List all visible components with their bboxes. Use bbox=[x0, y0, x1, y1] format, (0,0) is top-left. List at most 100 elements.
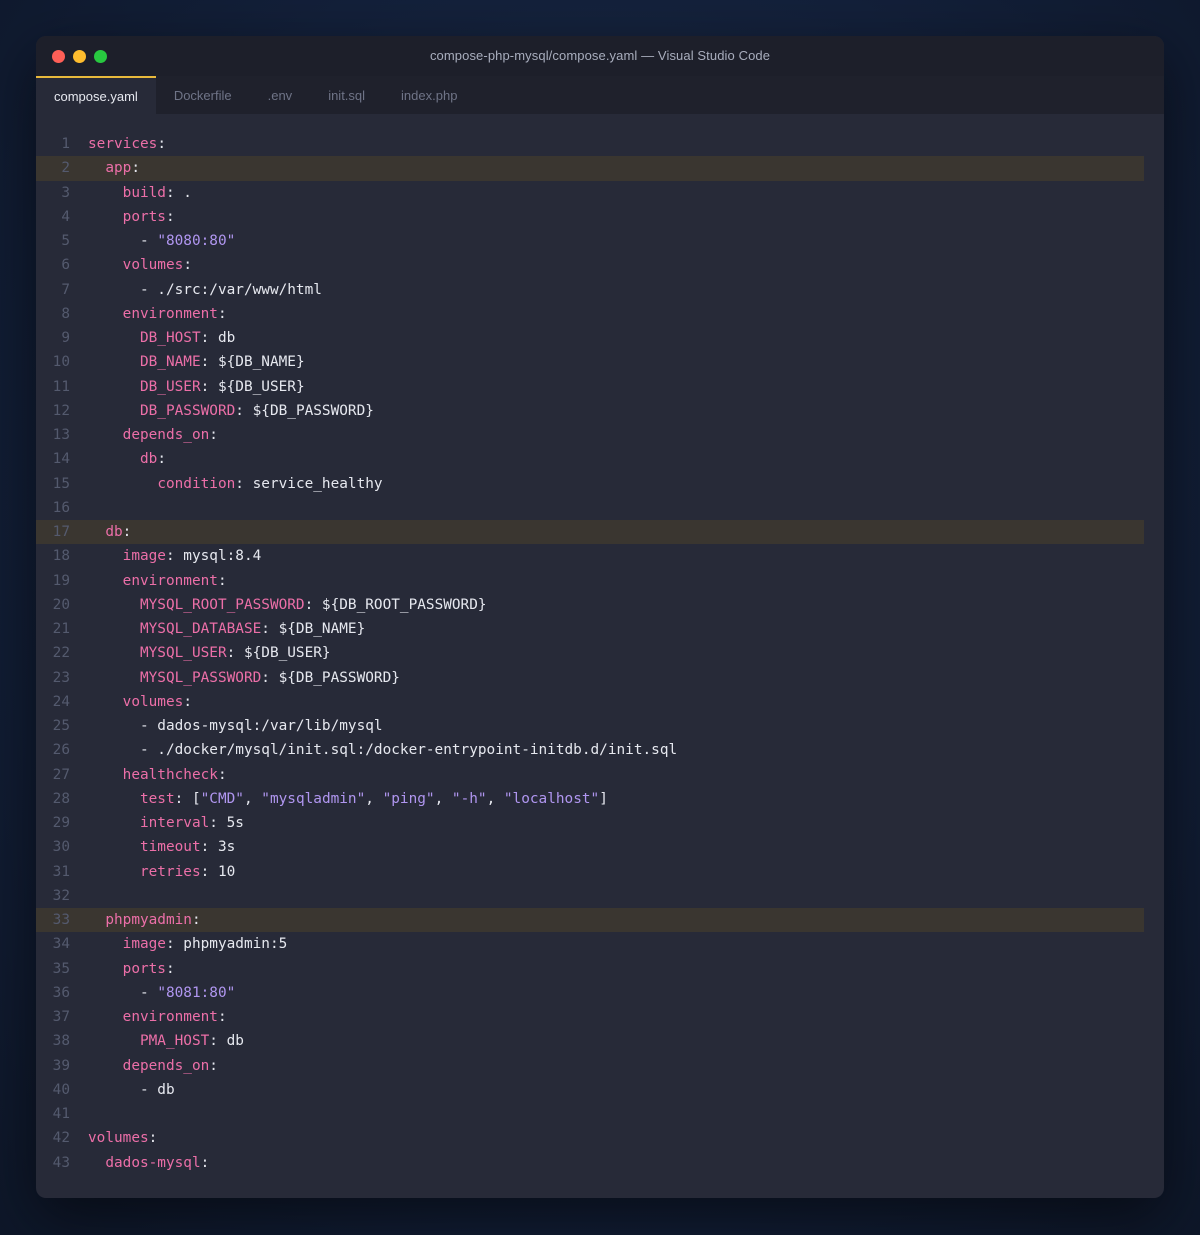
yaml-text bbox=[88, 403, 140, 419]
line-number: 40 bbox=[52, 1081, 70, 1098]
code-line[interactable]: 7 - ./src:/var/www/html bbox=[36, 278, 1144, 302]
yaml-text bbox=[88, 306, 123, 322]
line-code: phpmyadmin: bbox=[88, 908, 200, 932]
tab-compose-yaml[interactable]: compose.yaml bbox=[36, 76, 156, 114]
yaml-text: , bbox=[365, 790, 383, 807]
line-code: MYSQL_ROOT_PASSWORD: ${DB_ROOT_PASSWORD} bbox=[88, 593, 487, 617]
yaml-text bbox=[88, 645, 140, 661]
yaml-text bbox=[88, 791, 140, 807]
yaml-key: phpmyadmin bbox=[105, 912, 192, 928]
line-code: MYSQL_USER: ${DB_USER} bbox=[88, 641, 331, 665]
code-line[interactable]: 14 db: bbox=[36, 447, 1144, 471]
code-line[interactable]: 17 db: bbox=[36, 520, 1144, 545]
code-line[interactable]: 22 MYSQL_USER: ${DB_USER} bbox=[36, 641, 1144, 665]
yaml-text: : [ bbox=[174, 790, 201, 807]
yaml-text: , bbox=[243, 790, 262, 807]
yaml-text: : bbox=[209, 427, 218, 443]
code-line[interactable]: 18 image: mysql:8.4 bbox=[36, 544, 1144, 568]
code-line[interactable]: 38 PMA_HOST: db bbox=[36, 1029, 1144, 1053]
code-line[interactable]: 16 bbox=[36, 496, 1144, 520]
code-line[interactable]: 26 - ./docker/mysql/init.sql:/docker-ent… bbox=[36, 738, 1144, 762]
code-line[interactable]: 1 services: bbox=[36, 132, 1144, 156]
line-number: 7 bbox=[61, 281, 70, 298]
code-line[interactable]: 29 interval: 5s bbox=[36, 811, 1144, 835]
code-line[interactable]: 21 MYSQL_DATABASE: ${DB_NAME} bbox=[36, 617, 1144, 641]
code-line[interactable]: 25 - dados-mysql:/var/lib/mysql bbox=[36, 714, 1144, 738]
yaml-text bbox=[88, 451, 140, 467]
code-line[interactable]: 37 environment: bbox=[36, 1005, 1144, 1029]
yaml-key: test bbox=[139, 790, 175, 807]
yaml-text bbox=[88, 476, 157, 492]
line-code: DB_USER: ${DB_USER} bbox=[88, 375, 305, 399]
yaml-text: : 10 bbox=[200, 863, 236, 880]
yaml-key: volumes bbox=[122, 693, 184, 710]
tab-env[interactable]: .env bbox=[250, 76, 311, 114]
yaml-text: : bbox=[165, 960, 175, 977]
yaml-text bbox=[88, 427, 123, 443]
line-number: 43 bbox=[52, 1154, 70, 1171]
line-number: 28 bbox=[52, 790, 70, 807]
line-code: ports: bbox=[88, 205, 175, 229]
yaml-text: - ./docker/mysql/init.sql:/docker-entryp… bbox=[88, 742, 678, 759]
code-line[interactable]: 10 DB_NAME: ${DB_NAME} bbox=[36, 350, 1144, 374]
code-line[interactable]: 40 - db bbox=[36, 1078, 1144, 1102]
code-line[interactable]: 13 depends_on: bbox=[36, 423, 1144, 447]
code-line[interactable]: 4 ports: bbox=[36, 205, 1144, 229]
yaml-text bbox=[88, 597, 140, 613]
yaml-text bbox=[88, 864, 140, 880]
code-line[interactable]: 6 volumes: bbox=[36, 253, 1144, 277]
code-line[interactable]: 15 condition: service_healthy bbox=[36, 472, 1144, 496]
line-code: - ./docker/mysql/init.sql:/docker-entryp… bbox=[88, 738, 677, 762]
code-line[interactable]: 2 app: bbox=[36, 156, 1144, 181]
code-line[interactable]: 3 build: . bbox=[36, 181, 1144, 205]
code-line[interactable]: 43 dados-mysql: bbox=[36, 1151, 1144, 1175]
yaml-text bbox=[88, 185, 123, 201]
yaml-text: : bbox=[131, 160, 140, 177]
yaml-text bbox=[88, 160, 105, 176]
yaml-key: DB_NAME bbox=[139, 354, 201, 371]
code-line[interactable]: 12 DB_PASSWORD: ${DB_PASSWORD} bbox=[36, 399, 1144, 423]
line-number: 4 bbox=[61, 208, 70, 225]
line-number: 11 bbox=[52, 378, 70, 395]
yaml-text bbox=[88, 961, 123, 977]
code-line[interactable]: 5 - "8080:80" bbox=[36, 229, 1144, 253]
yaml-key: DB_PASSWORD bbox=[139, 402, 236, 419]
code-line[interactable]: 8 environment: bbox=[36, 302, 1144, 326]
line-number: 16 bbox=[52, 499, 70, 516]
tab-init-sql[interactable]: init.sql bbox=[310, 76, 383, 114]
code-line[interactable]: 27 healthcheck: bbox=[36, 763, 1144, 787]
code-line[interactable]: 23 MYSQL_PASSWORD: ${DB_PASSWORD} bbox=[36, 666, 1144, 690]
yaml-key: PMA_HOST bbox=[139, 1033, 210, 1050]
code-line[interactable]: 36 - "8081:80" bbox=[36, 981, 1144, 1005]
code-line[interactable]: 20 MYSQL_ROOT_PASSWORD: ${DB_ROOT_PASSWO… bbox=[36, 593, 1144, 617]
yaml-text: - bbox=[88, 984, 158, 1001]
code-line[interactable]: 31 retries: 10 bbox=[36, 860, 1144, 884]
code-line[interactable]: 24 volumes: bbox=[36, 690, 1144, 714]
yaml-key: environment bbox=[122, 305, 218, 322]
code-line[interactable]: 32 bbox=[36, 884, 1144, 908]
code-line[interactable]: 19 environment: bbox=[36, 569, 1144, 593]
yaml-string: "8081:80" bbox=[157, 984, 236, 1001]
code-line[interactable]: 42 volumes: bbox=[36, 1126, 1144, 1150]
yaml-key: MYSQL_ROOT_PASSWORD bbox=[139, 596, 305, 613]
code-line[interactable]: 33 phpmyadmin: bbox=[36, 908, 1144, 933]
line-number: 37 bbox=[52, 1009, 70, 1025]
code-line[interactable]: 28 test: ["CMD", "mysqladmin", "ping", "… bbox=[36, 787, 1144, 811]
code-line[interactable]: 41 bbox=[36, 1102, 1144, 1126]
code-line[interactable]: 35 ports: bbox=[36, 957, 1144, 981]
code-line[interactable]: 9 DB_HOST: db bbox=[36, 326, 1144, 350]
tab-index-php[interactable]: index.php bbox=[383, 76, 475, 114]
code-line[interactable]: 34 image: phpmyadmin:5 bbox=[36, 932, 1144, 956]
line-number: 5 bbox=[61, 233, 70, 249]
line-code: MYSQL_PASSWORD: ${DB_PASSWORD} bbox=[88, 666, 400, 690]
line-code: test: ["CMD", "mysqladmin", "ping", "-h"… bbox=[88, 787, 608, 811]
code-line[interactable]: 30 timeout: 3s bbox=[36, 835, 1144, 859]
code-line[interactable]: 11 DB_USER: ${DB_USER} bbox=[36, 375, 1144, 399]
code-editor[interactable]: 1 services: 2 app: 3 build: .4 ports: 5 - "8… bbox=[36, 114, 1164, 1175]
line-number: 38 bbox=[52, 1033, 70, 1050]
tab-dockerfile[interactable]: Dockerfile bbox=[156, 76, 250, 114]
line-number: 9 bbox=[61, 330, 70, 346]
yaml-text: : bbox=[217, 1009, 227, 1025]
line-code: dados-mysql: bbox=[88, 1151, 209, 1175]
code-line[interactable]: 39 depends_on: bbox=[36, 1054, 1144, 1078]
